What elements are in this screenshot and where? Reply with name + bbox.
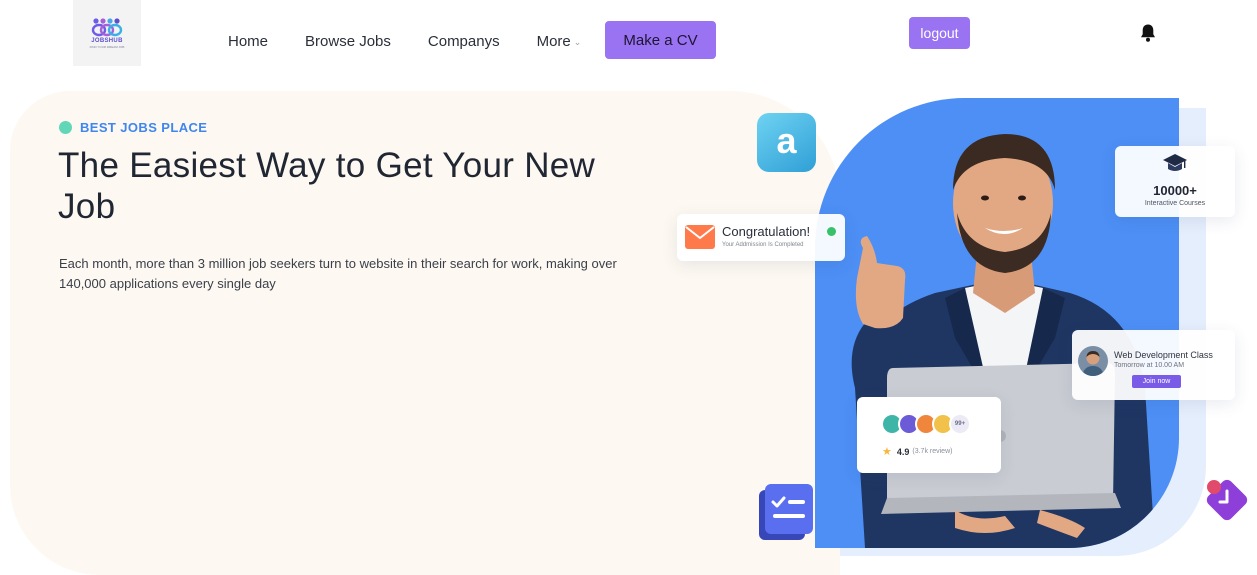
bell-icon[interactable] (1139, 23, 1157, 43)
reviewer-avatars: 99+ (881, 413, 971, 435)
review-count: (3.7k review) (912, 448, 953, 455)
web-development-card: Web Development Class Tomorrow at 10.00 … (1072, 330, 1235, 400)
logo-people-icon (91, 18, 123, 37)
reviews-card: 99+ ★ 4.9 (3.7k review) (857, 397, 1001, 473)
logo-tagline: FIND YOUR DREAM JOB (89, 45, 125, 49)
check-circle-icon (827, 227, 836, 236)
clock-icon (1206, 479, 1248, 521)
courses-label: Interactive Courses (1144, 200, 1206, 207)
nav-more-dropdown[interactable]: More ⌄ (537, 33, 582, 50)
checklist-document-icon (759, 484, 813, 540)
rating: ★ 4.9 (3.7k review) (882, 445, 952, 458)
nav-browse-jobs[interactable]: Browse Jobs (305, 33, 391, 50)
graduation-cap-icon (1163, 154, 1187, 171)
logout-button[interactable]: logout (909, 17, 970, 49)
courses-card: 10000+ Interactive Courses (1115, 146, 1235, 217)
congratulation-subtitle: Your Addmission Is Completed (722, 242, 804, 248)
instructor-avatar (1078, 346, 1108, 376)
main-nav: Home Browse Jobs Companys More ⌄ (228, 28, 599, 54)
star-icon: ★ (882, 446, 892, 458)
rating-value: 4.9 (896, 446, 910, 457)
nav-home[interactable]: Home (228, 33, 268, 50)
class-title: Web Development Class (1114, 350, 1213, 360)
a-app-icon: a (757, 113, 816, 172)
congratulation-title: Congratulation! (722, 224, 811, 239)
congratulation-card: Congratulation! Your Addmission Is Compl… (677, 214, 845, 261)
mail-icon (685, 225, 715, 249)
make-cv-button[interactable]: Make a CV (605, 21, 716, 59)
logo-text: JOBSHUB (91, 38, 123, 44)
courses-count: 10000+ (1153, 183, 1197, 198)
hero-description: Each month, more than 3 million job seek… (59, 256, 617, 291)
hero-headline: The Easiest Way to Get Your New Job (58, 146, 596, 226)
nav-companys[interactable]: Companys (428, 33, 500, 50)
reviewer-count-badge: 99+ (949, 413, 971, 435)
class-time: Tomorrow at 10.00 AM (1114, 362, 1185, 369)
hero-tag-text: BEST JOBS PLACE (80, 120, 208, 135)
join-now-button[interactable]: Join now (1132, 375, 1181, 388)
tag-dot (59, 121, 72, 134)
hero-tag: BEST JOBS PLACE (59, 120, 207, 135)
logo[interactable]: JOBSHUB FIND YOUR DREAM JOB (73, 0, 141, 66)
nav-more-label: More (536, 32, 571, 50)
chevron-down-icon: ⌄ (573, 36, 582, 47)
